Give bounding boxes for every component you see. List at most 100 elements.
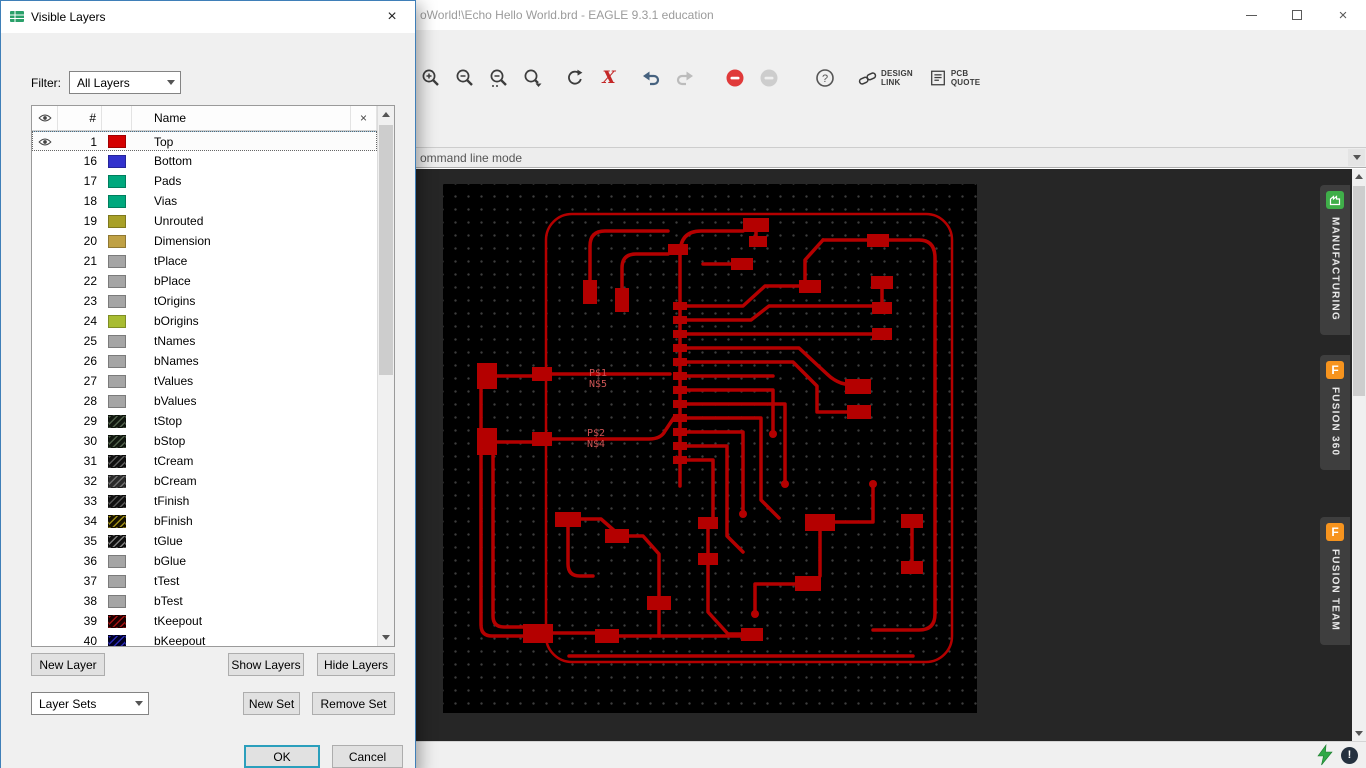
layer-row[interactable]: 29 tStop: [32, 411, 377, 431]
layer-color-swatch[interactable]: [102, 354, 132, 368]
pcb-quote-button[interactable]: PCB QUOTE: [921, 61, 988, 95]
scroll-down-button[interactable]: [1352, 726, 1366, 741]
layer-color-swatch[interactable]: [102, 514, 132, 528]
layer-row[interactable]: 21 tPlace: [32, 251, 377, 271]
layer-color-swatch[interactable]: [102, 594, 132, 608]
command-line-dropdown-button[interactable]: [1348, 149, 1365, 166]
layer-color-swatch[interactable]: [102, 254, 132, 268]
alert-icon[interactable]: !: [1341, 746, 1358, 764]
layer-number: 40: [83, 634, 97, 646]
layer-row[interactable]: 28 bValues: [32, 391, 377, 411]
layer-row[interactable]: 39 tKeepout: [32, 611, 377, 631]
layer-color-swatch[interactable]: [102, 314, 132, 328]
stop-button[interactable]: [718, 61, 752, 95]
layer-row[interactable]: 1 Top: [32, 131, 377, 151]
design-link-button[interactable]: DESIGN LINK: [850, 61, 921, 95]
layer-color-swatch[interactable]: [102, 634, 132, 646]
layer-color-swatch[interactable]: [102, 135, 132, 148]
layer-color-swatch[interactable]: [102, 214, 132, 228]
cancel-button[interactable]: Cancel: [332, 745, 403, 768]
layer-color-swatch[interactable]: [102, 574, 132, 588]
zoom-in-button[interactable]: [414, 61, 448, 95]
layer-row[interactable]: 27 tValues: [32, 371, 377, 391]
sidetab-manufacturing[interactable]: MANUFACTURING: [1320, 185, 1350, 335]
sidetab-fusion-team[interactable]: F FUSION TEAM: [1320, 517, 1350, 646]
layer-color-swatch[interactable]: [102, 294, 132, 308]
scroll-up-button[interactable]: [378, 106, 394, 123]
layer-row[interactable]: 38 bTest: [32, 591, 377, 611]
header-clear-button[interactable]: ×: [351, 106, 377, 130]
red-x-button[interactable]: X: [592, 61, 626, 95]
filter-dropdown[interactable]: All Layers: [69, 71, 181, 94]
layer-color-swatch[interactable]: [102, 174, 132, 188]
layer-color-swatch[interactable]: [102, 614, 132, 628]
header-visibility-eye-icon[interactable]: [32, 106, 58, 130]
layer-row[interactable]: 35 tGlue: [32, 531, 377, 551]
layer-row[interactable]: 22 bPlace: [32, 271, 377, 291]
layer-sets-dropdown[interactable]: Layer Sets: [31, 692, 149, 715]
ok-button[interactable]: OK: [244, 745, 320, 768]
layer-row[interactable]: 40 bKeepout: [32, 631, 377, 646]
dialog-titlebar[interactable]: Visible Layers ×: [1, 1, 415, 33]
layer-row[interactable]: 33 tFinish: [32, 491, 377, 511]
layers-table-scrollbar[interactable]: [377, 106, 394, 646]
layer-row[interactable]: 20 Dimension: [32, 231, 377, 251]
layer-color-swatch[interactable]: [102, 414, 132, 428]
zoom-fit-button[interactable]: [516, 61, 550, 95]
redraw-button[interactable]: [558, 61, 592, 95]
layer-color-swatch[interactable]: [102, 394, 132, 408]
layer-row[interactable]: 26 bNames: [32, 351, 377, 371]
remove-set-button[interactable]: Remove Set: [312, 692, 395, 715]
layer-row[interactable]: 30 bStop: [32, 431, 377, 451]
layer-color-swatch[interactable]: [102, 474, 132, 488]
scroll-down-button[interactable]: [378, 629, 394, 646]
layer-row[interactable]: 32 bCream: [32, 471, 377, 491]
power-lightning-icon[interactable]: [1315, 744, 1335, 766]
layer-color-swatch[interactable]: [102, 554, 132, 568]
layer-color-swatch[interactable]: [102, 454, 132, 468]
hide-layers-button[interactable]: Hide Layers: [317, 653, 395, 676]
layer-row[interactable]: 19 Unrouted: [32, 211, 377, 231]
layer-color-swatch[interactable]: [102, 274, 132, 288]
dialog-close-button[interactable]: ×: [377, 8, 407, 26]
header-number[interactable]: #: [58, 106, 102, 130]
layer-color-swatch[interactable]: [102, 154, 132, 168]
layer-row[interactable]: 23 tOrigins: [32, 291, 377, 311]
layer-color-swatch[interactable]: [102, 434, 132, 448]
minimize-button[interactable]: [1228, 0, 1274, 30]
new-layer-button[interactable]: New Layer: [31, 653, 105, 676]
layer-color-swatch[interactable]: [102, 374, 132, 388]
layer-row[interactable]: 25 tNames: [32, 331, 377, 351]
zoom-select-button[interactable]: [482, 61, 516, 95]
layer-color-swatch[interactable]: [102, 534, 132, 548]
layer-row[interactable]: 31 tCream: [32, 451, 377, 471]
help-button[interactable]: ?: [808, 61, 842, 95]
show-layers-button[interactable]: Show Layers: [228, 653, 304, 676]
zoom-out-button[interactable]: [448, 61, 482, 95]
layer-visible-eye-icon[interactable]: [32, 137, 58, 147]
pcb-board-area[interactable]: P$1 N$5 P$2 N$4: [443, 184, 977, 713]
layer-row[interactable]: 24 bOrigins: [32, 311, 377, 331]
layer-row[interactable]: 18 Vias: [32, 191, 377, 211]
layer-color-swatch[interactable]: [102, 234, 132, 248]
scrollbar-thumb[interactable]: [379, 125, 393, 375]
scrollbar-thumb[interactable]: [1353, 186, 1365, 396]
layer-row[interactable]: 37 tTest: [32, 571, 377, 591]
layer-row[interactable]: 36 bGlue: [32, 551, 377, 571]
header-name[interactable]: Name: [132, 106, 351, 130]
undo-button[interactable]: [634, 61, 668, 95]
layer-row[interactable]: 34 bFinish: [32, 511, 377, 531]
scroll-up-button[interactable]: [1352, 169, 1366, 184]
maximize-button[interactable]: [1274, 0, 1320, 30]
sidetab-fusion-360[interactable]: F FUSION 360: [1320, 355, 1350, 471]
layer-color-swatch[interactable]: [102, 334, 132, 348]
layer-color-swatch[interactable]: [102, 494, 132, 508]
layer-color-swatch[interactable]: [102, 194, 132, 208]
layer-row[interactable]: 16 Bottom: [32, 151, 377, 171]
canvas-vertical-scrollbar[interactable]: [1352, 169, 1366, 741]
layer-row[interactable]: 17 Pads: [32, 171, 377, 191]
stop-disabled-button[interactable]: [752, 61, 786, 95]
redo-button[interactable]: [668, 61, 702, 95]
close-button[interactable]: ×: [1320, 0, 1366, 30]
new-set-button[interactable]: New Set: [243, 692, 300, 715]
